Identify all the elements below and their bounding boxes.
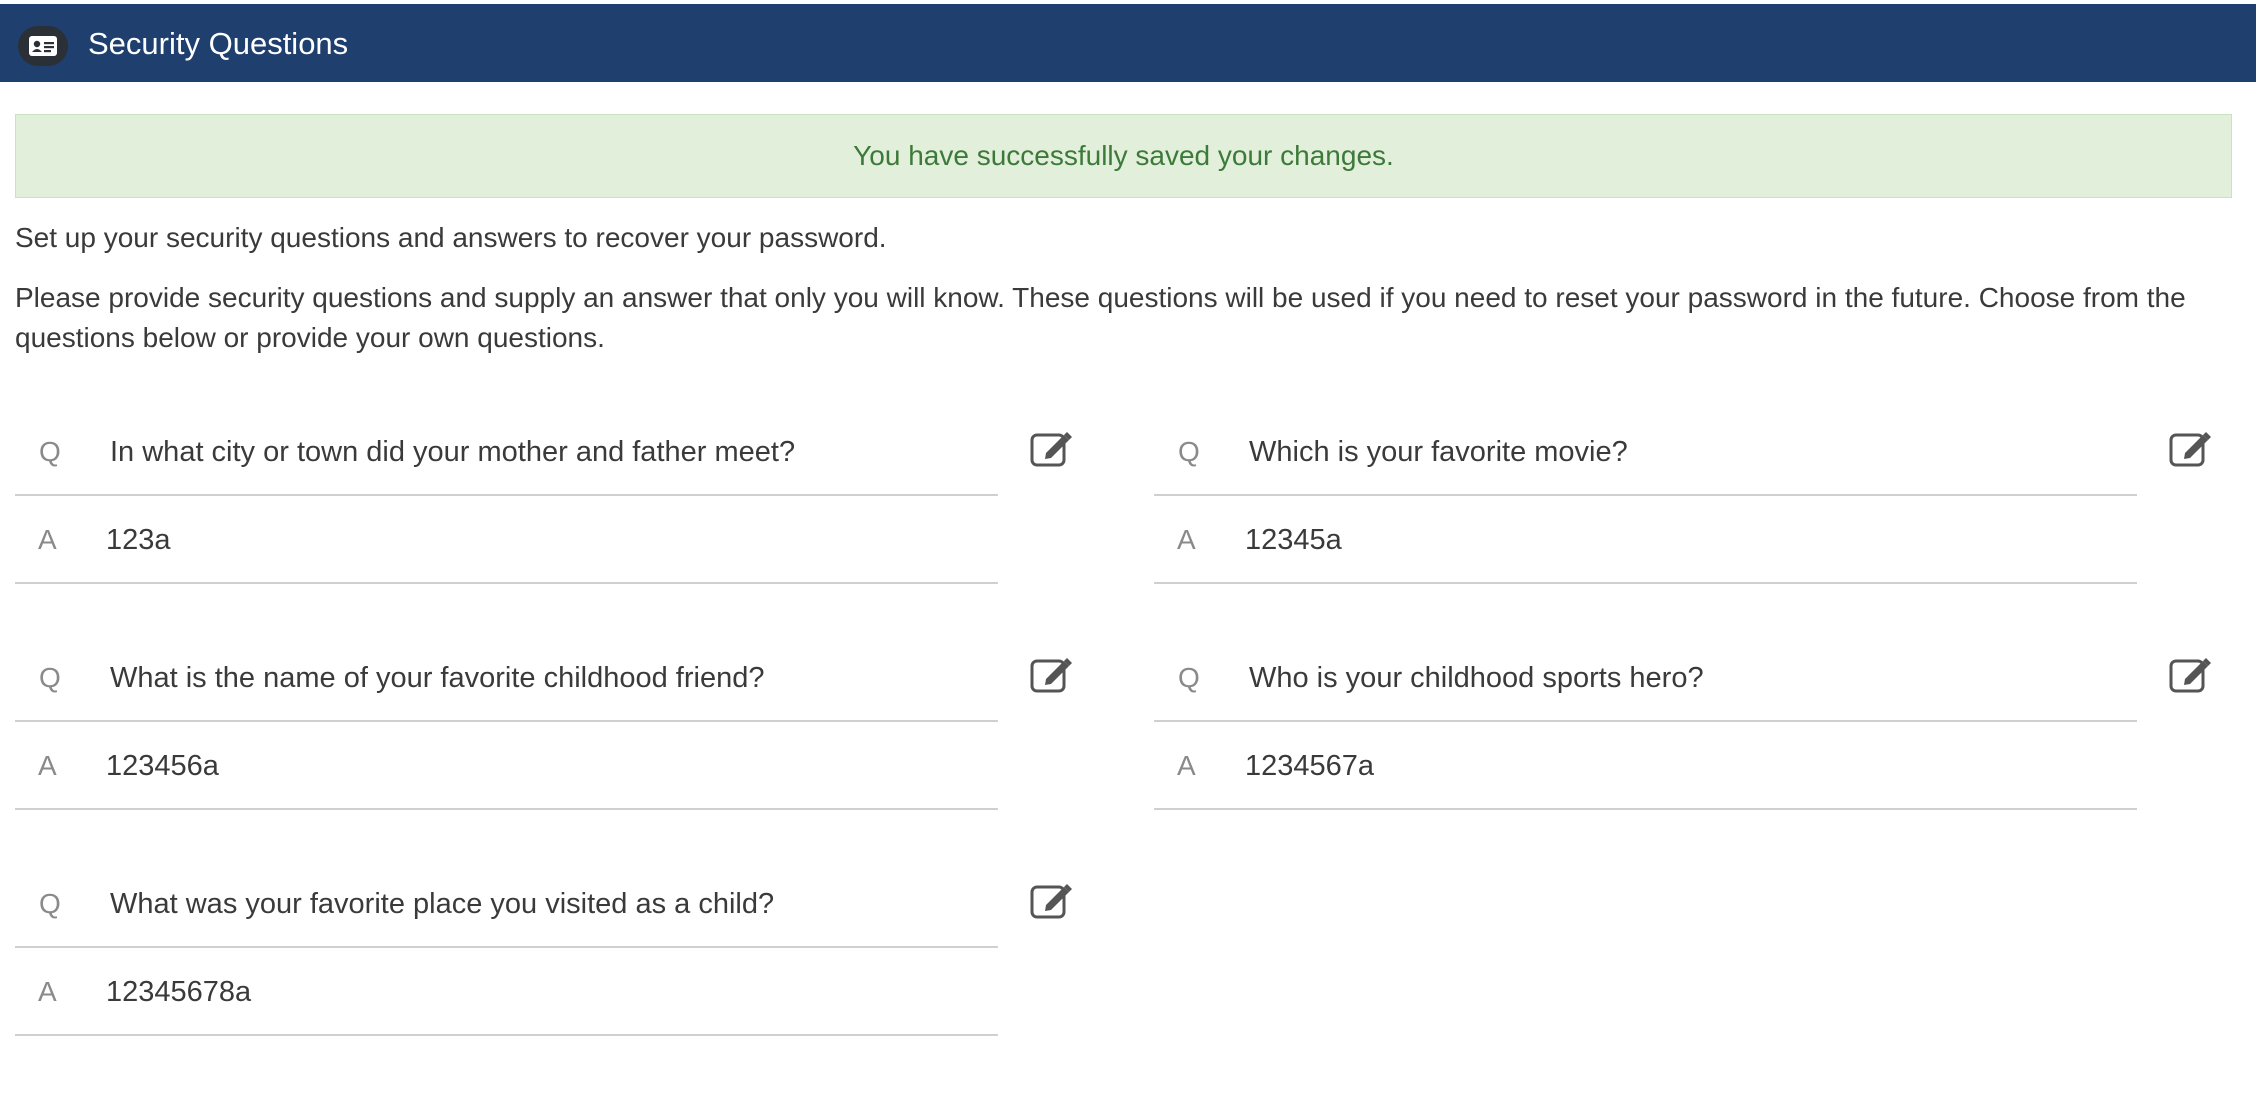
success-message: You have successfully saved your changes… [853,140,1394,171]
question-text: Which is your favorite movie? [1249,436,1628,468]
answer-row: A 12345678a [15,948,998,1036]
edit-icon [2169,658,2211,693]
question-row: Q What was your favorite place you visit… [15,860,998,948]
question-text: Who is your childhood sports hero? [1249,662,1704,694]
edit-icon [2169,432,2211,467]
answer-text: 123456a [106,750,219,782]
question-text: What was your favorite place you visited… [110,888,775,920]
edit-button[interactable] [1025,650,1077,698]
answer-row: A 123456a [15,722,998,810]
page-header: Security Questions [0,4,2256,82]
answer-prefix: A [38,976,57,1007]
question-prefix: Q [1178,436,1200,467]
intro-text: Set up your security questions and answe… [15,222,887,253]
question-prefix: Q [39,436,61,467]
answer-row: A 123a [15,496,998,584]
answer-row: A 12345a [1154,496,2137,584]
edit-button[interactable] [2164,650,2216,698]
question-text: What is the name of your favorite childh… [110,662,765,694]
page-title: Security Questions [88,26,349,61]
edit-button[interactable] [2164,424,2216,472]
question-row: Q Which is your favorite movie? [1154,408,2137,496]
question-row: Q Who is your childhood sports hero? [1154,634,2137,722]
edit-button[interactable] [1025,876,1077,924]
edit-button[interactable] [1025,424,1077,472]
id-card-icon [18,26,68,66]
security-question-block: Q Which is your favorite movie? A 12345a [1154,408,2224,584]
answer-prefix: A [1177,750,1196,781]
success-alert: You have successfully saved your changes… [15,114,2232,198]
question-prefix: Q [1178,662,1200,693]
question-row: Q In what city or town did your mother a… [15,408,998,496]
question-prefix: Q [39,888,61,919]
question-prefix: Q [39,662,61,693]
edit-icon [1030,884,1072,919]
answer-prefix: A [1177,524,1196,555]
answer-text: 123a [106,524,171,556]
instructions-text: Please provide security questions and su… [15,282,2186,353]
security-question-block: Q What is the name of your favorite chil… [15,634,1085,810]
answer-row: A 1234567a [1154,722,2137,810]
edit-icon [1030,432,1072,467]
answer-text: 12345678a [106,976,252,1008]
security-question-block: Q What was your favorite place you visit… [15,860,1085,1036]
answer-prefix: A [38,750,57,781]
edit-icon [1030,658,1072,693]
answer-text: 1234567a [1245,750,1375,782]
question-text: In what city or town did your mother and… [110,436,796,468]
security-question-block: Q In what city or town did your mother a… [15,408,1085,584]
answer-text: 12345a [1245,524,1342,556]
answer-prefix: A [38,524,57,555]
question-row: Q What is the name of your favorite chil… [15,634,998,722]
security-question-block: Q Who is your childhood sports hero? A 1… [1154,634,2224,810]
